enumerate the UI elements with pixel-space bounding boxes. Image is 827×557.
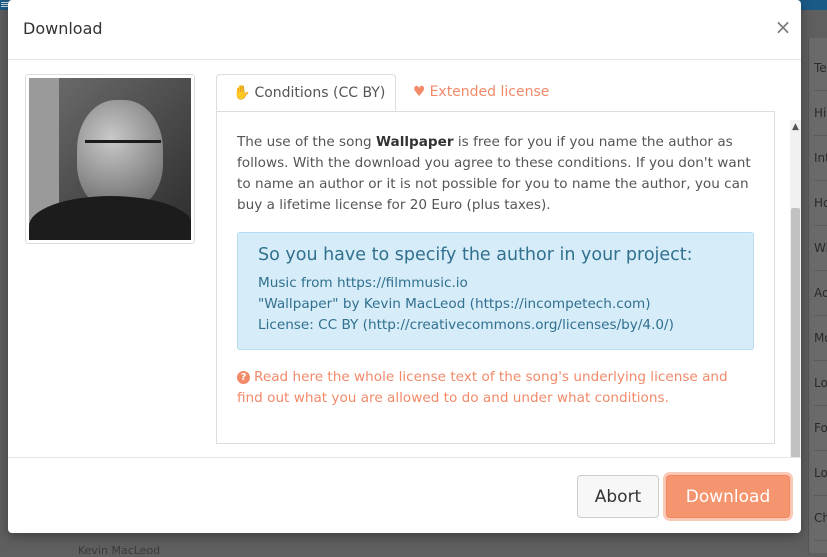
attribution-line: "Wallpaper" by Kevin MacLeod (https://in…: [258, 296, 651, 312]
hand-icon: ✋: [233, 85, 251, 101]
background-side-list: Te His Int Ho Wi Ac Mo Lo Fo Lo Ch: [808, 38, 827, 553]
attribution-heading: So you have to specify the author in you…: [258, 245, 693, 265]
tab-content-conditions: The use of the song Wallpaper is free fo…: [216, 111, 775, 444]
background-list-item: Ch: [814, 496, 827, 541]
abort-button[interactable]: Abort: [577, 475, 659, 518]
modal-header: Download ×: [8, 0, 801, 60]
attribution-line: License: CC BY (http://creativecommons.o…: [258, 317, 674, 333]
scroll-up-icon[interactable]: ▲: [790, 120, 801, 134]
author-photo-image: [29, 78, 191, 240]
song-title: Wallpaper: [376, 134, 454, 150]
background-list-item: Ho: [814, 181, 827, 226]
background-list-item: Int: [814, 136, 827, 181]
background-list-item: Ac: [814, 271, 827, 316]
license-help-link[interactable]: ? Read here the whole license text of the…: [237, 367, 757, 409]
modal-footer: Abort Download: [8, 457, 801, 534]
close-icon[interactable]: ×: [774, 16, 792, 38]
background-list-item: Fo: [814, 406, 827, 451]
attribution-line: Music from https://filmmusic.io: [258, 275, 468, 291]
background-list-item: Mo: [814, 316, 827, 361]
question-circle-icon: ?: [237, 371, 250, 384]
tab-extended-license[interactable]: ♥ Extended license: [397, 74, 565, 111]
modal-body: ✋ Conditions (CC BY) ♥ Extended license Th…: [8, 60, 801, 457]
license-tabs: ✋ Conditions (CC BY) ♥ Extended license: [216, 74, 776, 112]
background-list-item: His: [814, 91, 827, 136]
background-list-item: Lo: [814, 451, 827, 496]
license-description: The use of the song Wallpaper is free fo…: [237, 132, 757, 216]
tab-extended-license-label: Extended license: [429, 84, 550, 100]
photo-glasses-shape: [85, 140, 161, 161]
tab-conditions[interactable]: ✋ Conditions (CC BY): [216, 74, 396, 111]
background-list-item: Lo: [814, 361, 827, 406]
background-list-item: Wi: [814, 226, 827, 271]
license-text-part1: The use of the song: [237, 134, 377, 150]
download-modal: Download × ✋ Conditions (CC BY) ♥ Extended…: [8, 0, 801, 533]
background-list-item: Te: [814, 46, 827, 91]
attribution-box: So you have to specify the author in you…: [237, 232, 754, 350]
modal-scrollbar[interactable]: ▲ ▼: [790, 120, 801, 457]
modal-title: Download: [23, 19, 103, 38]
tab-conditions-label: Conditions (CC BY): [254, 85, 386, 101]
download-button[interactable]: Download: [666, 475, 790, 518]
license-help-link-text: Read here the whole license text of the …: [237, 369, 728, 406]
background-author-text: Kevin MacLeod: [78, 544, 161, 557]
heart-icon: ♥: [413, 84, 426, 100]
scrollbar-thumb[interactable]: [791, 208, 800, 457]
author-photo: [25, 74, 195, 244]
